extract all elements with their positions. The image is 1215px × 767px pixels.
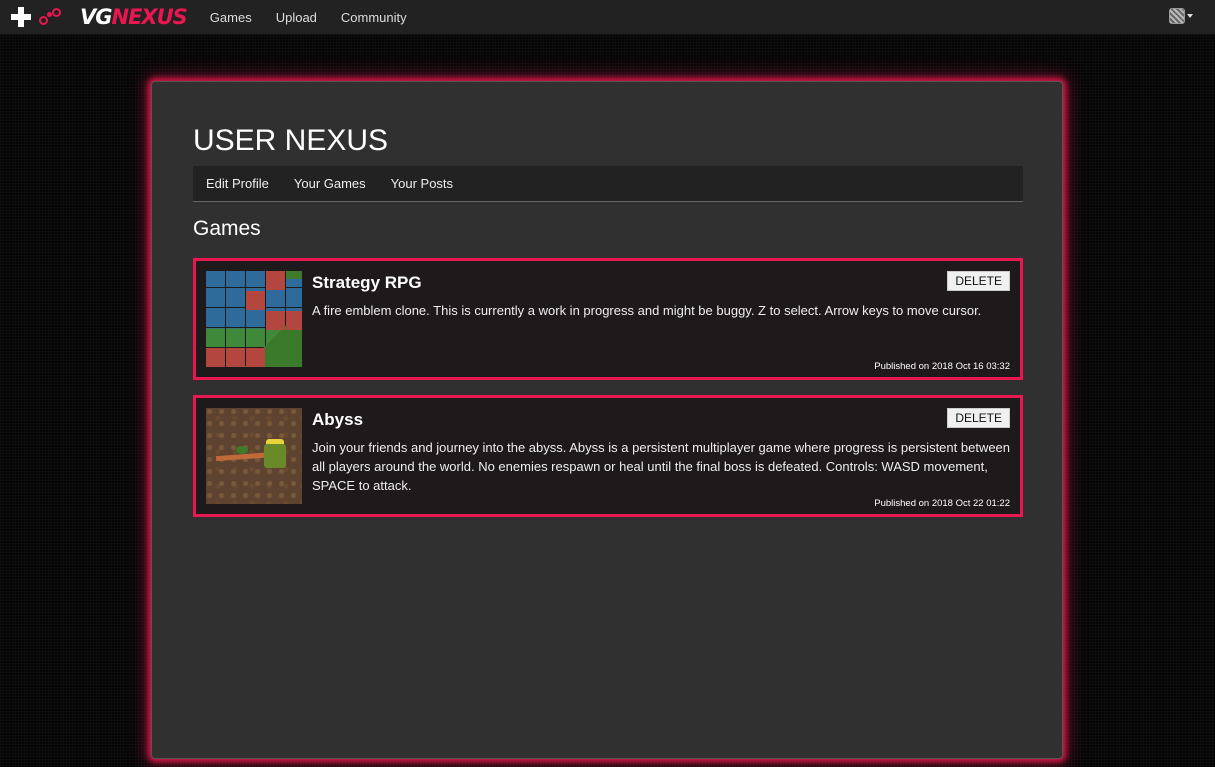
game-thumbnail[interactable] bbox=[206, 408, 302, 504]
game-title[interactable]: Strategy RPG bbox=[312, 273, 422, 293]
page-title: USER NEXUS bbox=[193, 124, 389, 157]
gamepad-icon bbox=[11, 5, 69, 29]
logo-text: VGNEXUS bbox=[80, 4, 188, 29]
game-card[interactable]: Strategy RPG DELETE A fire emblem clone.… bbox=[193, 258, 1023, 380]
profile-subnav: Edit Profile Your Games Your Posts bbox=[193, 166, 1023, 202]
user-avatar-icon bbox=[1169, 8, 1185, 24]
tab-your-games[interactable]: Your Games bbox=[281, 176, 378, 191]
user-menu-toggle[interactable] bbox=[1169, 8, 1193, 24]
nav-upload-link[interactable]: Upload bbox=[264, 0, 329, 35]
delete-button[interactable]: DELETE bbox=[947, 408, 1010, 428]
published-date: Published on 2018 Oct 16 03:32 bbox=[874, 361, 1010, 372]
main-nav: Games Upload Community bbox=[197, 0, 419, 35]
game-title[interactable]: Abyss bbox=[312, 410, 363, 430]
section-title: Games bbox=[193, 217, 261, 240]
tab-edit-profile[interactable]: Edit Profile bbox=[193, 176, 281, 191]
published-date: Published on 2018 Oct 22 01:22 bbox=[874, 498, 1010, 509]
top-navbar: VGNEXUS Games Upload Community bbox=[0, 0, 1215, 35]
game-description: Join your friends and journey into the a… bbox=[312, 440, 1011, 493]
nav-games-link[interactable]: Games bbox=[198, 0, 264, 35]
game-thumbnail[interactable] bbox=[206, 271, 302, 367]
caret-down-icon bbox=[1187, 14, 1193, 18]
game-card[interactable]: Abyss DELETE Join your friends and journ… bbox=[193, 395, 1023, 517]
brand-logo[interactable]: VGNEXUS bbox=[11, 0, 188, 35]
main-panel: USER NEXUS Edit Profile Your Games Your … bbox=[151, 81, 1063, 759]
delete-button[interactable]: DELETE bbox=[947, 271, 1010, 291]
game-description: A fire emblem clone. This is currently a… bbox=[312, 303, 982, 318]
nav-community-link[interactable]: Community bbox=[329, 0, 419, 35]
tab-your-posts[interactable]: Your Posts bbox=[378, 176, 465, 191]
